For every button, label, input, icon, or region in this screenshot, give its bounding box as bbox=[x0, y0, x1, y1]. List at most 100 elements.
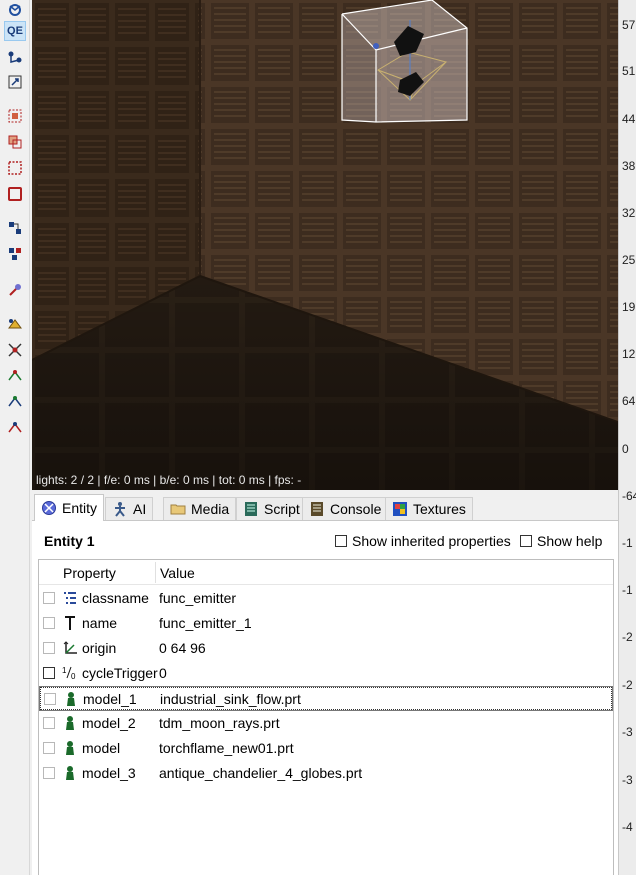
property-value[interactable]: industrial_sink_flow.prt bbox=[160, 691, 301, 707]
row-checkbox[interactable] bbox=[43, 642, 55, 654]
ai-icon bbox=[115, 502, 125, 517]
tab-console-label: Console bbox=[330, 501, 382, 517]
row-checkbox[interactable] bbox=[43, 767, 55, 779]
ruler-tick: 38 bbox=[622, 159, 636, 173]
tab-script[interactable]: Script bbox=[236, 497, 307, 520]
text-icon bbox=[62, 615, 78, 631]
tab-entity[interactable]: Entity bbox=[34, 494, 105, 521]
entity-inspector: Entity 1 Show inherited properties Show … bbox=[32, 520, 618, 875]
row-checkbox[interactable] bbox=[43, 617, 55, 629]
property-value[interactable]: tdm_moon_rays.prt bbox=[159, 715, 280, 731]
qe-button[interactable]: QE bbox=[4, 21, 26, 41]
ruler-tick: 32 bbox=[622, 206, 636, 220]
property-value[interactable]: func_emitter_1 bbox=[159, 615, 252, 631]
property-name: model_1 bbox=[83, 691, 137, 707]
select-inside-icon[interactable] bbox=[4, 158, 26, 178]
tab-textures-label: Textures bbox=[413, 501, 466, 517]
ruler-tick: -1 bbox=[622, 536, 633, 550]
table-row[interactable]: model_1 industrial_sink_flow.prt bbox=[39, 686, 613, 711]
tab-textures[interactable]: Textures bbox=[385, 497, 473, 520]
tab-ai-label: AI bbox=[133, 501, 147, 517]
left-toolbar: QE bbox=[0, 0, 30, 875]
property-table: Property Value classname func_emittername… bbox=[38, 559, 614, 875]
ruler-tick: 25 bbox=[622, 253, 636, 267]
property-value[interactable]: antique_chandelier_4_globes.prt bbox=[159, 765, 362, 781]
light-icon[interactable] bbox=[4, 280, 26, 300]
column-property[interactable]: Property bbox=[63, 565, 116, 581]
curve-icon-2[interactable] bbox=[4, 392, 26, 412]
scene-render bbox=[32, 0, 618, 490]
table-row[interactable]: model_3 antique_chandelier_4_globes.prt bbox=[39, 761, 613, 786]
ruler-tick: 19 bbox=[622, 300, 636, 314]
show-inherited-box[interactable] bbox=[335, 535, 347, 547]
show-inherited-label: Show inherited properties bbox=[352, 533, 511, 549]
entity-tree-icon[interactable] bbox=[4, 244, 26, 264]
table-row[interactable]: origin 0 64 96 bbox=[39, 636, 613, 661]
select-touching-icon[interactable] bbox=[4, 132, 26, 152]
property-name: model_3 bbox=[82, 765, 136, 781]
ruler-tick: 0 bbox=[622, 442, 629, 456]
property-value[interactable]: 0 bbox=[159, 665, 167, 681]
ruler-tick: -4 bbox=[622, 820, 633, 834]
show-help-checkbox[interactable]: Show help bbox=[520, 533, 602, 549]
resize-icon[interactable] bbox=[4, 72, 26, 92]
curve-icon-3[interactable] bbox=[4, 418, 26, 438]
ruler-tick: -64 bbox=[622, 489, 636, 503]
patch-icon[interactable] bbox=[4, 314, 26, 334]
svg-text:1: 1 bbox=[62, 666, 67, 675]
ruler-tick: -1 bbox=[622, 583, 633, 597]
row-checkbox[interactable] bbox=[43, 592, 55, 604]
tab-entity-label: Entity bbox=[62, 500, 98, 516]
tab-console[interactable]: Console bbox=[302, 497, 389, 520]
bool-icon: 10 bbox=[62, 665, 78, 681]
entity-title: Entity 1 bbox=[44, 533, 95, 549]
camera-icon[interactable] bbox=[4, 0, 26, 20]
viewport-stats: lights: 2 / 2 | f/e: 0 ms | b/e: 0 ms | … bbox=[36, 473, 302, 487]
table-row[interactable]: name func_emitter_1 bbox=[39, 611, 613, 636]
column-value[interactable]: Value bbox=[160, 565, 195, 581]
ruler-tick: -3 bbox=[622, 725, 633, 739]
console-icon bbox=[311, 502, 323, 516]
row-checkbox[interactable] bbox=[43, 742, 55, 754]
property-name: cycleTrigger bbox=[82, 665, 158, 681]
tab-script-label: Script bbox=[264, 501, 300, 517]
axes-icon bbox=[62, 640, 78, 656]
property-name: model bbox=[82, 740, 121, 756]
property-value[interactable]: torchflame_new01.prt bbox=[159, 740, 294, 756]
table-row[interactable]: model_2 tdm_moon_rays.prt bbox=[39, 711, 613, 736]
table-row[interactable]: 1 0 cycleTrigger 0 bbox=[39, 661, 613, 686]
tab-media[interactable]: Media bbox=[163, 497, 237, 520]
ruler-tick: -2 bbox=[622, 678, 633, 692]
folder-icon bbox=[170, 504, 186, 515]
ruler-tick: -3 bbox=[622, 773, 633, 787]
table-row[interactable]: classname func_emitter bbox=[39, 586, 613, 611]
show-help-box[interactable] bbox=[520, 535, 532, 547]
table-header: Property Value bbox=[39, 560, 613, 585]
property-name: name bbox=[82, 615, 118, 631]
clip-icon[interactable] bbox=[4, 48, 26, 68]
svg-text:0: 0 bbox=[71, 672, 76, 681]
property-name: model_2 bbox=[82, 715, 136, 731]
row-checkbox[interactable] bbox=[43, 667, 55, 679]
emitter-selection-box[interactable] bbox=[341, 0, 468, 123]
ruler-tick: 57 bbox=[622, 18, 636, 32]
ruler-tick: -2 bbox=[622, 630, 633, 644]
select-complete-icon[interactable] bbox=[4, 106, 26, 126]
ruler-tick: 64 bbox=[622, 394, 636, 408]
property-value[interactable]: func_emitter bbox=[159, 590, 236, 606]
model-icon bbox=[63, 691, 79, 707]
curve-icon-1[interactable] bbox=[4, 366, 26, 386]
select-partial-icon[interactable] bbox=[4, 184, 26, 204]
camera-viewport[interactable]: lights: 2 / 2 | f/e: 0 ms | b/e: 0 ms | … bbox=[32, 0, 618, 490]
inspector-tabs: Entity AI Media Script Console Textures bbox=[32, 494, 618, 521]
row-checkbox[interactable] bbox=[44, 693, 56, 705]
property-value[interactable]: 0 64 96 bbox=[159, 640, 206, 656]
row-checkbox[interactable] bbox=[43, 717, 55, 729]
show-inherited-checkbox[interactable]: Show inherited properties bbox=[335, 533, 511, 549]
list-icon bbox=[62, 590, 78, 606]
vertex-icon[interactable] bbox=[4, 340, 26, 360]
property-name: classname bbox=[82, 590, 149, 606]
table-row[interactable]: model torchflame_new01.prt bbox=[39, 736, 613, 761]
graph-tree-icon[interactable] bbox=[4, 218, 26, 238]
tab-ai[interactable]: AI bbox=[105, 497, 154, 520]
